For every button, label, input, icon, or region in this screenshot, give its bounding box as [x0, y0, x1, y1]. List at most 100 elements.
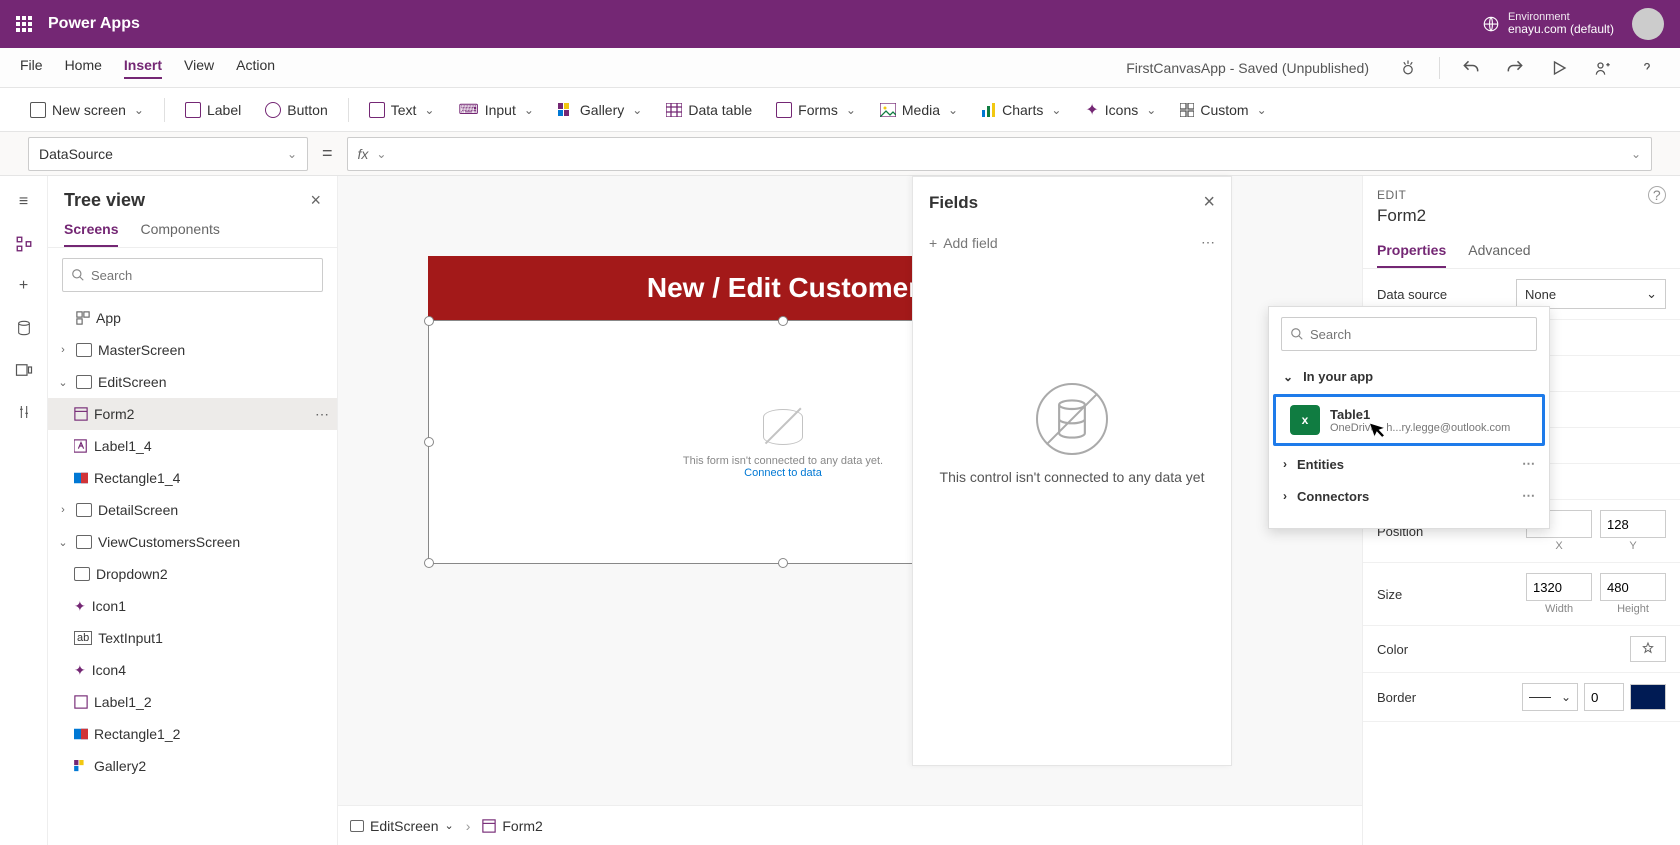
- tree-node-edit[interactable]: ⌄EditScreen: [48, 366, 337, 398]
- color-swatch[interactable]: [1630, 636, 1666, 662]
- chevron-down-icon[interactable]: ⌄: [1631, 147, 1641, 161]
- avatar[interactable]: [1632, 8, 1664, 40]
- tree-node-rect12[interactable]: Rectangle1_2: [48, 718, 337, 750]
- tree-node-icon4[interactable]: ✦Icon4: [48, 654, 337, 686]
- insert-icon[interactable]: +: [14, 276, 34, 296]
- height-input[interactable]: [1600, 573, 1666, 601]
- property-select[interactable]: DataSource ⌄: [28, 137, 308, 171]
- menu-view[interactable]: View: [184, 57, 214, 79]
- data-source-select[interactable]: None ⌄: [1516, 279, 1666, 309]
- new-screen-button[interactable]: New screen: [20, 98, 154, 122]
- input-button[interactable]: ⌨ Input: [448, 97, 543, 122]
- media-button[interactable]: Media: [870, 98, 968, 122]
- text-icon: [369, 102, 385, 118]
- tree-node-label14[interactable]: Label1_4: [48, 430, 337, 462]
- ds-search-input[interactable]: [1310, 327, 1528, 342]
- close-icon[interactable]: ×: [310, 190, 321, 211]
- label-button[interactable]: Label: [175, 98, 251, 122]
- formula-input[interactable]: fx ⌄ ⌄: [347, 137, 1652, 171]
- ds-section-in-app[interactable]: ⌄ In your app: [1269, 361, 1549, 392]
- tree-node-app[interactable]: App: [48, 302, 337, 334]
- rect-icon: [74, 472, 88, 484]
- resize-handle[interactable]: [424, 437, 434, 447]
- help-icon[interactable]: [1634, 55, 1660, 81]
- border-style-select[interactable]: ⌄: [1522, 683, 1578, 711]
- data-table-button[interactable]: Data table: [656, 98, 762, 122]
- tab-screens[interactable]: Screens: [64, 221, 118, 247]
- info-icon[interactable]: ?: [1648, 186, 1666, 204]
- more-icon[interactable]: ⋯: [1522, 456, 1535, 472]
- tab-advanced[interactable]: Advanced: [1468, 234, 1530, 268]
- custom-button[interactable]: Custom: [1170, 98, 1276, 122]
- gallery-button[interactable]: Gallery: [548, 98, 652, 122]
- menu-action[interactable]: Action: [236, 57, 275, 79]
- resize-handle[interactable]: [424, 558, 434, 568]
- tab-components[interactable]: Components: [140, 221, 219, 247]
- redo-icon[interactable]: [1502, 55, 1528, 81]
- tree-list: App ›MasterScreen ⌄EditScreen Form2⋯ Lab…: [48, 302, 337, 845]
- resize-handle[interactable]: [778, 558, 788, 568]
- tree-node-textinput1[interactable]: abTextInput1: [48, 622, 337, 654]
- border-width-input[interactable]: [1584, 683, 1624, 711]
- button-button[interactable]: Button: [255, 98, 337, 122]
- ribbon-gallery-label: Gallery: [580, 102, 624, 118]
- tree-view-icon[interactable]: [14, 234, 34, 254]
- ribbon: New screen Label Button Text ⌨ Input Gal…: [0, 88, 1680, 132]
- media-rail-icon[interactable]: [14, 360, 34, 380]
- add-field-button[interactable]: + Add field: [929, 235, 998, 251]
- forms-icon: [776, 102, 792, 118]
- chevron-right-icon: ›: [1283, 489, 1287, 503]
- hamburger-icon[interactable]: ≡: [14, 192, 34, 212]
- chevron-down-icon: ⌄: [287, 147, 297, 161]
- breadcrumb-editscreen[interactable]: EditScreen ⌄: [350, 818, 454, 834]
- tree-search[interactable]: [62, 258, 323, 292]
- form-message: This form isn't connected to any data ye…: [683, 455, 883, 467]
- more-icon[interactable]: ⋯: [315, 406, 329, 423]
- advanced-tools-icon[interactable]: [14, 402, 34, 422]
- tree-search-input[interactable]: [91, 268, 314, 283]
- tab-properties[interactable]: Properties: [1377, 234, 1446, 268]
- charts-button[interactable]: Charts: [972, 98, 1071, 122]
- ds-item-table1[interactable]: x Table1 OneDrive - h...ry.legge@outlook…: [1273, 394, 1545, 446]
- tree-node-icon1[interactable]: ✦Icon1: [48, 590, 337, 622]
- more-icon[interactable]: ⋯: [1522, 488, 1535, 504]
- tree-node-form2[interactable]: Form2⋯: [48, 398, 337, 430]
- app-header: Power Apps Environment enayu.com (defaul…: [0, 0, 1680, 48]
- resize-handle[interactable]: [778, 316, 788, 326]
- data-icon[interactable]: [14, 318, 34, 338]
- tree-node-master[interactable]: ›MasterScreen: [48, 334, 337, 366]
- width-input[interactable]: [1526, 573, 1592, 601]
- connect-link[interactable]: Connect to data: [744, 467, 822, 479]
- breadcrumb-form2[interactable]: Form2: [482, 818, 542, 834]
- menu-insert[interactable]: Insert: [124, 57, 162, 79]
- waffle-icon[interactable]: [16, 16, 32, 32]
- resize-handle[interactable]: [424, 316, 434, 326]
- tree-panel: Tree view × Screens Components App ›Mast…: [48, 176, 338, 845]
- tree-node-rect14[interactable]: Rectangle1_4: [48, 462, 337, 494]
- tree-node-gallery2[interactable]: Gallery2: [48, 750, 337, 782]
- environment-picker[interactable]: Environment enayu.com (default): [1482, 11, 1614, 36]
- tree-node-label12[interactable]: Label1_2: [48, 686, 337, 718]
- property-select-value: DataSource: [39, 146, 113, 162]
- forms-button[interactable]: Forms: [766, 98, 866, 122]
- undo-icon[interactable]: [1458, 55, 1484, 81]
- tree-node-detail[interactable]: ›DetailScreen: [48, 494, 337, 526]
- ds-search[interactable]: [1281, 317, 1537, 351]
- position-y-input[interactable]: [1600, 510, 1666, 538]
- fields-empty-message: This control isn't connected to any data…: [940, 469, 1205, 485]
- play-icon[interactable]: [1546, 55, 1572, 81]
- border-color-swatch[interactable]: [1630, 684, 1666, 710]
- ds-section-entities[interactable]: › Entities ⋯: [1269, 448, 1549, 480]
- close-icon[interactable]: ×: [1203, 191, 1215, 214]
- app-checker-icon[interactable]: [1395, 55, 1421, 81]
- menu-home[interactable]: Home: [65, 57, 102, 79]
- share-icon[interactable]: [1590, 55, 1616, 81]
- icons-button[interactable]: ✦ Icons: [1075, 96, 1166, 124]
- tree-node-dropdown2[interactable]: Dropdown2: [48, 558, 337, 590]
- more-icon[interactable]: ⋯: [1201, 234, 1215, 251]
- menu-file[interactable]: File: [20, 57, 43, 79]
- tree-node-view[interactable]: ⌄ViewCustomersScreen: [48, 526, 337, 558]
- rect-icon: [74, 728, 88, 740]
- ds-section-connectors[interactable]: › Connectors ⋯: [1269, 480, 1549, 512]
- text-button[interactable]: Text: [359, 98, 445, 122]
